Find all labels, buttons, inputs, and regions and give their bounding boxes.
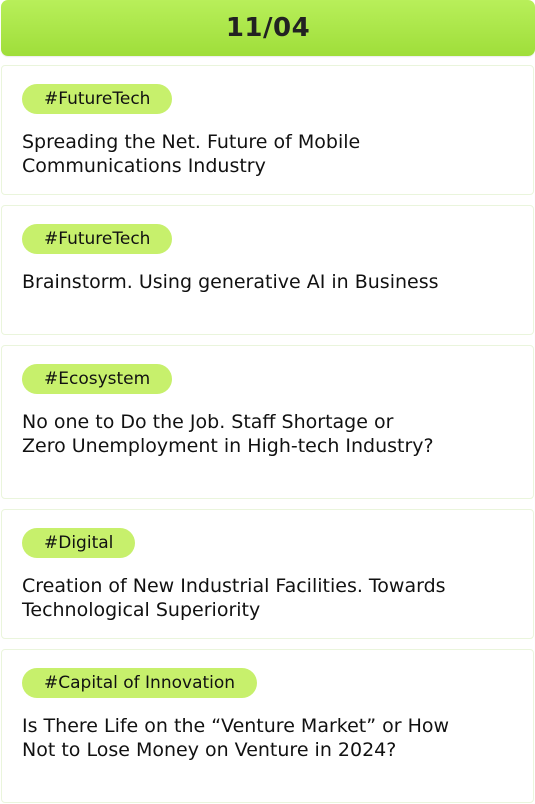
- session-card[interactable]: #Capital of Innovation Is There Life on …: [1, 649, 534, 803]
- session-tag[interactable]: #FutureTech: [22, 224, 173, 254]
- session-title[interactable]: Brainstorm. Using generative AI in Busin…: [22, 270, 462, 294]
- session-title[interactable]: Spreading the Net. Future of Mobile Comm…: [22, 130, 462, 178]
- session-card[interactable]: #FutureTech Brainstorm. Using generative…: [1, 205, 534, 335]
- session-title[interactable]: Creation of New Industrial Facilities. T…: [22, 574, 462, 622]
- session-tag[interactable]: #Ecosystem: [22, 364, 173, 394]
- session-card[interactable]: #Digital Creation of New Industrial Faci…: [1, 509, 534, 639]
- date-label: 11/04: [225, 13, 311, 43]
- session-title[interactable]: No one to Do the Job. Staff Shortage or …: [22, 410, 442, 458]
- session-card[interactable]: #FutureTech Spreading the Net. Future of…: [1, 65, 534, 195]
- session-tag[interactable]: #Digital: [22, 528, 136, 558]
- session-title[interactable]: Is There Life on the “Venture Market” or…: [22, 714, 452, 762]
- session-tag[interactable]: #FutureTech: [22, 84, 173, 114]
- session-tag[interactable]: #Capital of Innovation: [22, 668, 258, 698]
- date-header: 11/04: [1, 0, 535, 56]
- session-card[interactable]: #Ecosystem No one to Do the Job. Staff S…: [1, 345, 534, 499]
